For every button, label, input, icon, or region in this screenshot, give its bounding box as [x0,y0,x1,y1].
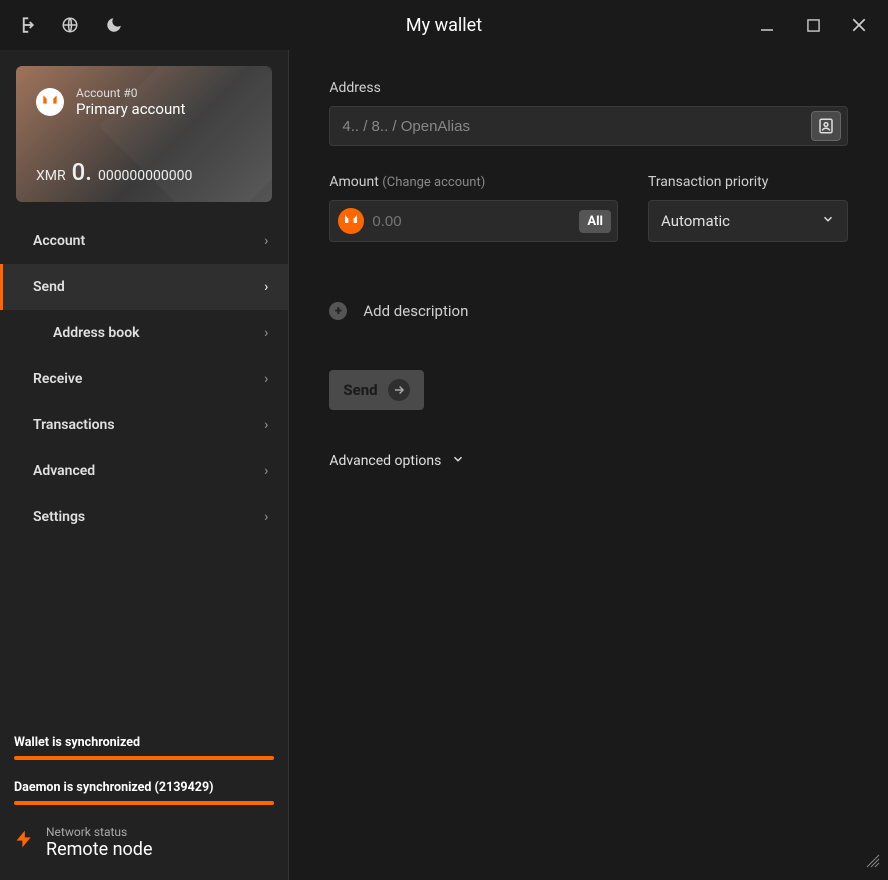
daemon-sync-label: Daemon is synchronized (2139429) [14,780,274,795]
bolt-icon [14,825,34,860]
moon-icon[interactable] [96,7,132,43]
chevron-down-icon [821,212,835,230]
all-button[interactable]: All [579,210,611,233]
logout-icon[interactable] [8,7,44,43]
sidebar-status: Wallet is synchronized Daemon is synchro… [0,725,288,880]
account-name: Primary account [76,100,185,118]
nav-account[interactable]: Account › [0,218,288,264]
amount-label: Amount (Change account) [329,174,618,190]
nav-settings[interactable]: Settings › [0,494,288,540]
wallet-sync-label: Wallet is synchronized [14,735,274,750]
chevron-right-icon: › [264,325,268,341]
address-label: Address [329,80,848,96]
titlebar: My wallet [0,0,888,50]
chevron-right-icon: › [264,371,268,387]
minimize-button[interactable] [746,7,788,43]
nav-send[interactable]: Send › [0,264,288,310]
window-title: My wallet [406,15,482,36]
nav-receive[interactable]: Receive › [0,356,288,402]
network-status-value: Remote node [46,839,153,860]
send-label: Send [343,381,377,399]
nav-label: Settings [33,509,85,525]
nav-advanced[interactable]: Advanced › [0,448,288,494]
currency-label: XMR [36,168,66,184]
resize-handle-icon[interactable] [866,853,880,872]
chevron-right-icon: › [264,509,268,525]
add-description-button[interactable]: + Add description [329,302,848,320]
close-button[interactable] [838,7,880,43]
chevron-right-icon: › [264,233,268,249]
chevron-right-icon: › [264,463,268,479]
priority-value: Automatic [661,212,730,230]
maximize-button[interactable] [792,7,834,43]
daemon-sync-bar [14,801,274,805]
chevron-down-icon [451,452,465,470]
balance: XMR 0. 000000000000 [36,158,252,186]
nav-label: Transactions [33,417,115,433]
advanced-options-toggle[interactable]: Advanced options [329,452,848,470]
chevron-right-icon: › [264,417,268,433]
nav-label: Account [33,233,85,249]
account-card[interactable]: Account #0 Primary account XMR 0. 0000000… [16,66,272,202]
amount-input-wrap: All [329,200,618,242]
add-description-label: Add description [363,302,468,320]
change-account-link[interactable]: (Change account) [382,175,485,190]
xmr-icon [338,208,364,234]
nav-label: Address book [53,325,140,341]
balance-integer: 0. [72,158,92,186]
address-input[interactable] [342,118,811,135]
main-content: Address Amount (Change account) All [289,50,888,880]
account-number: Account #0 [76,86,185,100]
address-book-button[interactable] [811,111,841,141]
arrow-right-icon [388,379,410,401]
nav-label: Send [33,279,65,295]
send-button[interactable]: Send [329,370,423,410]
advanced-options-label: Advanced options [329,453,441,469]
priority-label: Transaction priority [648,174,848,190]
nav-address-book[interactable]: Address book › [0,310,288,356]
sidebar: Account #0 Primary account XMR 0. 0000000… [0,50,289,880]
nav-transactions[interactable]: Transactions › [0,402,288,448]
globe-icon[interactable] [52,7,88,43]
nav: Account › Send › Address book › Receive … [0,218,288,540]
nav-label: Advanced [33,463,95,479]
nav-label: Receive [33,371,82,387]
priority-select[interactable]: Automatic [648,200,848,242]
amount-input[interactable] [372,213,571,230]
network-status-label: Network status [46,825,153,839]
plus-icon: + [329,302,347,320]
chevron-right-icon: › [264,279,268,295]
wallet-sync-bar [14,756,274,760]
balance-fraction: 000000000000 [98,168,192,184]
address-input-wrap [329,106,848,146]
monero-logo-icon [36,88,64,116]
